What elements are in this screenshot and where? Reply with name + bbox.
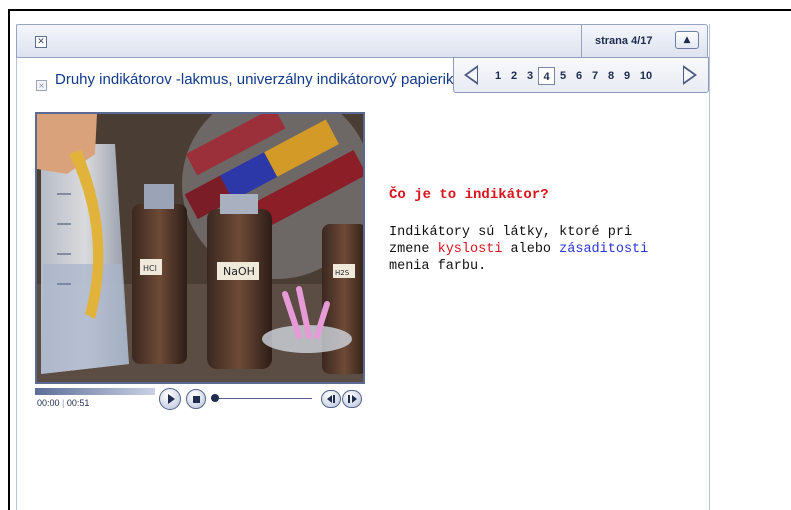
page-indicator: strana 4/17 — [595, 35, 653, 47]
play-icon[interactable] — [159, 388, 181, 410]
toolbar-separator — [581, 25, 582, 57]
chemistry-scene: HCl NaOH H2S — [37, 114, 363, 382]
lesson-video-frame[interactable]: HCl NaOH H2S — [35, 112, 365, 384]
window-frame-top — [8, 9, 791, 11]
window-frame-left — [8, 9, 10, 510]
definition-line-3: menia farbu. — [389, 259, 487, 274]
progress-bar[interactable] — [35, 388, 155, 395]
label-naoh: NaOH — [223, 265, 255, 278]
question-heading: Čo je to indikátor? — [389, 187, 549, 203]
keyword-acidity: kyslosti — [437, 242, 503, 257]
collapse-icon[interactable]: ▲ — [675, 31, 699, 49]
page-link-1[interactable]: 1 — [490, 67, 506, 85]
close-icon[interactable]: ✕ — [35, 36, 47, 48]
time-readout: 00:00 | 00:51 — [37, 398, 89, 408]
volume-slider-knob[interactable] — [211, 394, 219, 402]
page-number-list: 1 2 3 4 5 6 7 8 9 10 — [490, 67, 657, 85]
forward-icon[interactable] — [342, 390, 362, 408]
page-link-2[interactable]: 2 — [506, 67, 522, 85]
page-link-6[interactable]: 6 — [571, 67, 587, 85]
next-arrow-icon[interactable] — [683, 65, 697, 85]
duration-time: 00:51 — [66, 398, 90, 408]
stop-icon[interactable] — [186, 389, 206, 409]
definition-text: Indikátory sú látky, ktoré pri zmene kys… — [389, 224, 699, 275]
page-navigator: 1 2 3 4 5 6 7 8 9 10 — [453, 57, 709, 93]
page-link-4[interactable]: 4 — [538, 67, 555, 85]
volume-slider-track[interactable] — [216, 398, 312, 399]
line2-middle: alebo — [502, 242, 560, 257]
definition-line-2: zmene kyslosti alebo zásaditosti — [389, 241, 699, 258]
page-link-9[interactable]: 9 — [619, 67, 635, 85]
rewind-icon[interactable] — [321, 390, 341, 408]
time-separator: | — [62, 398, 65, 408]
page-link-8[interactable]: 8 — [603, 67, 619, 85]
page-link-3[interactable]: 3 — [522, 67, 538, 85]
definition-line-1: Indikátory sú látky, ktoré pri — [389, 225, 633, 240]
label-hcl: HCl — [143, 264, 157, 273]
elapsed-time: 00:00 — [37, 398, 60, 408]
lesson-close-icon[interactable]: × — [36, 80, 47, 91]
lesson-title: Druhy indikátorov -lakmus, univerzálny i… — [55, 71, 453, 88]
prev-arrow-icon[interactable] — [464, 65, 478, 85]
page-link-10[interactable]: 10 — [635, 67, 657, 85]
label-h2s: H2S — [335, 269, 350, 277]
top-toolbar: ✕ strana 4/17 ▲ — [16, 24, 708, 58]
keyword-basicity: zásaditosti — [559, 242, 649, 257]
line2-prefix: zmene — [389, 242, 438, 257]
page-link-5[interactable]: 5 — [555, 67, 571, 85]
page-link-7[interactable]: 7 — [587, 67, 603, 85]
